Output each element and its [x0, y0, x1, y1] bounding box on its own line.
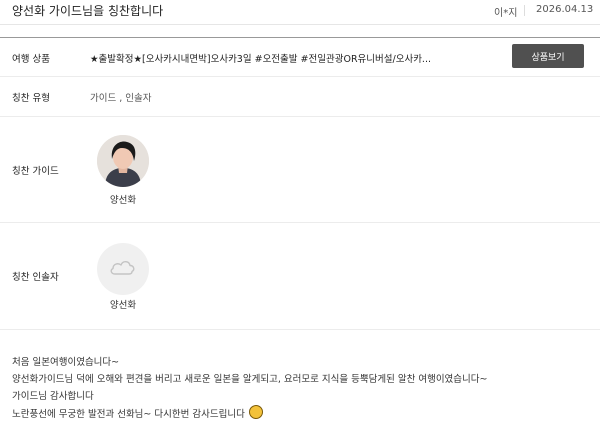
grinning-face-icon	[248, 405, 263, 419]
guide-photo-icon	[97, 135, 149, 187]
guide-name: 양선화	[109, 195, 137, 206]
praise-type-label: 칭찬 유형	[12, 93, 50, 104]
praise-escort-label: 칭찬 인솔자	[12, 272, 59, 283]
view-product-button[interactable]: 상품보기	[512, 44, 584, 68]
review-line: 처음 일본여행이였습니다~	[12, 357, 120, 368]
escort-avatar	[97, 243, 149, 295]
header-divider	[524, 5, 525, 16]
review-line: 양선화가이드님 덕에 오해와 편견을 버리고 새로운 일본을 알게되고, 요러모…	[12, 374, 488, 385]
review-body: 처음 일본여행이였습니다~ 양선화가이드님 덕에 오해와 편견을 버리고 새로운…	[12, 354, 592, 422]
product-row: 여행 상품 ★출발확정★[오사카시내면박]오사카3일 #오전출발 #전일관광OR…	[0, 37, 600, 77]
praise-guide-label: 칭찬 가이드	[12, 166, 59, 177]
escort-name: 양선화	[109, 300, 137, 311]
praise-type-value: 가이드 , 인솔자	[90, 93, 152, 104]
review-line-last: 노란풍선에 무궁한 발전과 선화님~ 다시한번 감사드립니다	[12, 405, 592, 422]
product-name: ★출발확정★[오사카시내면박]오사카3일 #오전출발 #전일관광OR유니버설/오…	[90, 54, 431, 65]
review-header: 양선화 가이드님을 칭찬합니다 이*지 2026.04.13	[0, 0, 600, 25]
review-line-text: 노란풍선에 무궁한 발전과 선화님~ 다시한번 감사드립니다	[12, 409, 245, 420]
praise-guide-row: 칭찬 가이드 양선화	[0, 117, 600, 223]
review-line: 가이드님 감사합니다	[12, 391, 94, 402]
praise-type-row: 칭찬 유형 가이드 , 인솔자	[0, 76, 600, 117]
product-label: 여행 상품	[12, 54, 50, 65]
guide-avatar	[97, 135, 149, 187]
review-date: 2026.04.13	[536, 4, 594, 15]
cloud-icon	[110, 260, 135, 275]
author-name: 이*지	[494, 8, 518, 19]
review-title: 양선화 가이드님을 칭찬합니다	[12, 4, 164, 18]
praise-escort-row: 칭찬 인솔자 양선화	[0, 223, 600, 330]
review-page: 양선화 가이드님을 칭찬합니다 이*지 2026.04.13 여행 상품 ★출발…	[0, 0, 600, 422]
